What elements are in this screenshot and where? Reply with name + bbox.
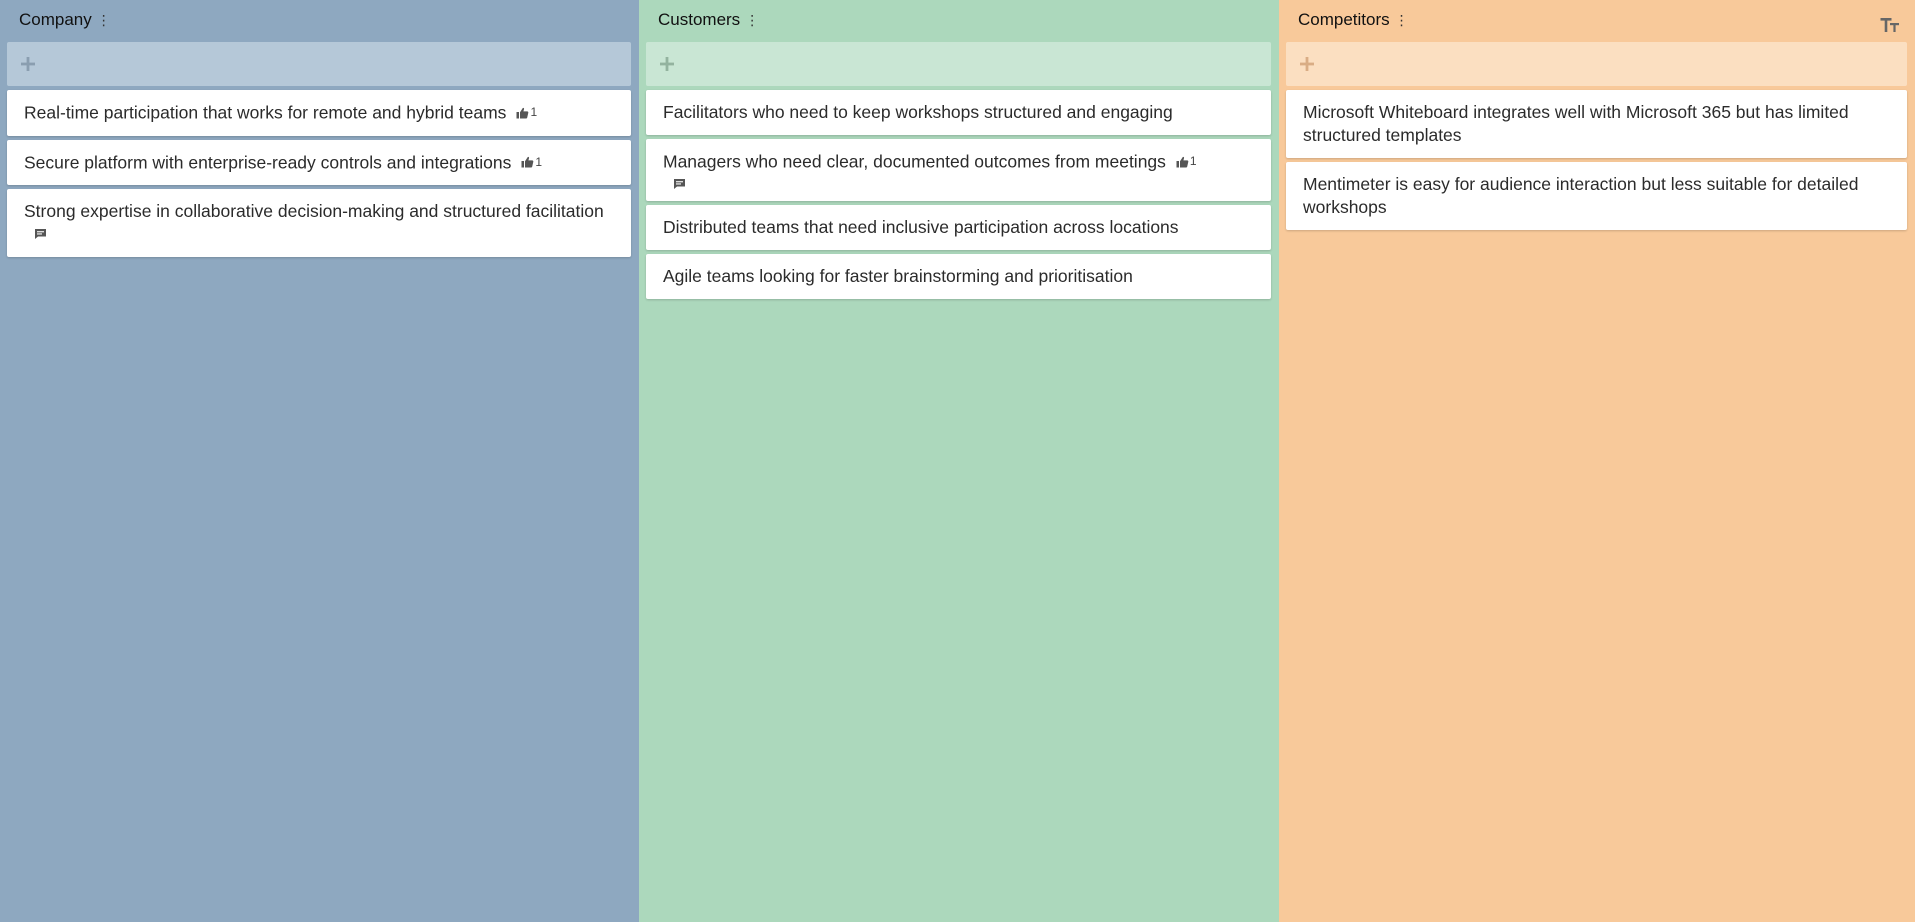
card-text: Strong expertise in collaborative decisi…: [24, 201, 604, 221]
add-card-button[interactable]: [1286, 42, 1907, 86]
column-menu-icon[interactable]: ⋮: [97, 13, 111, 27]
comment-icon: [35, 229, 46, 239]
column-menu-icon[interactable]: ⋮: [745, 13, 759, 27]
thumbs-up-icon: [1176, 156, 1189, 167]
column-header: Company ⋮: [7, 8, 631, 32]
card[interactable]: Strong expertise in collaborative decisi…: [7, 189, 631, 257]
card[interactable]: Mentimeter is easy for audience interact…: [1286, 162, 1907, 230]
like-button[interactable]: 1: [1176, 150, 1197, 173]
plus-icon: [660, 57, 674, 71]
column-title[interactable]: Customers: [658, 10, 740, 30]
card[interactable]: Facilitators who need to keep workshops …: [646, 90, 1271, 135]
like-button[interactable]: 1: [516, 101, 537, 124]
like-count: 1: [530, 105, 538, 119]
card-list: Microsoft Whiteboard integrates well wit…: [1286, 90, 1907, 230]
text-size-icon[interactable]: [1880, 16, 1900, 34]
card[interactable]: Managers who need clear, documented outc…: [646, 139, 1271, 201]
card-meta: [34, 228, 53, 240]
card-text: Distributed teams that need inclusive pa…: [663, 216, 1179, 237]
card-list: Real-time participation that works for r…: [7, 90, 631, 257]
card-text: Mentimeter is easy for audience interact…: [1303, 174, 1859, 217]
column-company: Company ⋮ Real-time participation that w…: [0, 0, 639, 922]
card[interactable]: Agile teams looking for faster brainstor…: [646, 253, 1271, 299]
add-card-button[interactable]: [7, 42, 631, 86]
thumbs-up-icon: [521, 156, 534, 168]
column-header: Customers ⋮: [646, 8, 1271, 32]
card-meta: 1: [521, 151, 548, 174]
card-text: Agile teams looking for faster brainstor…: [663, 265, 1133, 286]
comment-button[interactable]: [673, 178, 686, 190]
add-card-button[interactable]: [646, 42, 1271, 86]
plus-icon: [21, 57, 35, 71]
like-count: 1: [535, 154, 543, 169]
card-text: Real-time participation that works for r…: [24, 102, 507, 123]
like-button[interactable]: 1: [521, 151, 542, 174]
card-text: Microsoft Whiteboard integrates well wit…: [1303, 102, 1849, 145]
card-meta: 1: [516, 101, 543, 124]
card-text: Facilitators who need to keep workshops …: [663, 102, 1173, 122]
card-list: Facilitators who need to keep workshops …: [646, 90, 1271, 299]
plus-icon: [1300, 57, 1314, 71]
column-customers: Customers ⋮ Facilitators who need to kee…: [639, 0, 1279, 922]
card-meta-row: [673, 178, 1253, 190]
column-title[interactable]: Company: [19, 10, 92, 30]
card[interactable]: Microsoft Whiteboard integrates well wit…: [1286, 90, 1907, 158]
card[interactable]: Real-time participation that works for r…: [7, 90, 631, 136]
column-competitors: Competitors ⋮ Microsoft Whiteboard integ…: [1279, 0, 1915, 922]
comment-button[interactable]: [34, 228, 47, 240]
column-menu-icon[interactable]: ⋮: [1395, 13, 1409, 27]
card-text: Secure platform with enterprise-ready co…: [24, 152, 512, 172]
column-header: Competitors ⋮: [1286, 8, 1907, 32]
card-meta: 1: [1176, 150, 1203, 173]
card[interactable]: Secure platform with enterprise-ready co…: [7, 139, 631, 185]
comment-icon: [674, 178, 685, 189]
board: Company ⋮ Real-time participation that w…: [0, 0, 1915, 922]
column-title[interactable]: Competitors: [1298, 10, 1390, 30]
card-text: Managers who need clear, documented outc…: [663, 151, 1166, 172]
like-count: 1: [1189, 154, 1197, 168]
thumbs-up-icon: [516, 107, 529, 118]
card[interactable]: Distributed teams that need inclusive pa…: [646, 204, 1271, 250]
